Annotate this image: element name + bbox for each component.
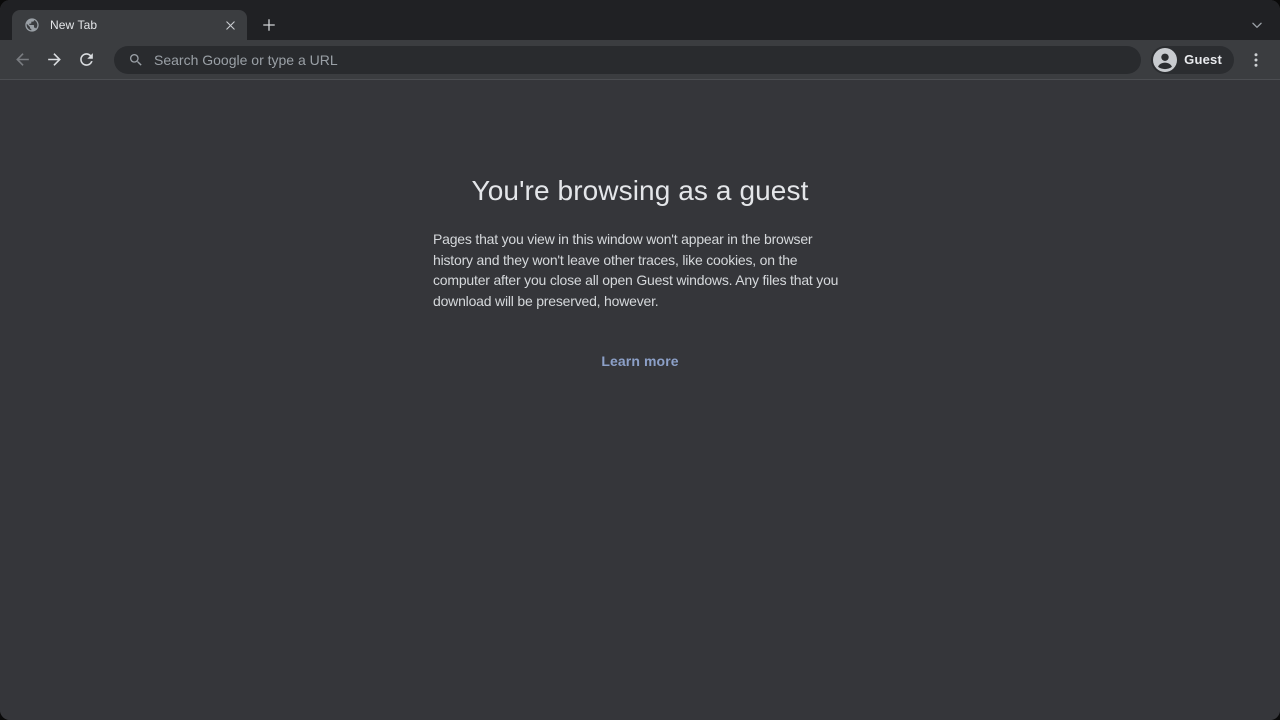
profile-label: Guest [1184, 52, 1222, 67]
page-title: You're browsing as a guest [433, 173, 847, 209]
browser-toolbar: Guest [0, 40, 1280, 80]
browser-window: New Tab [0, 0, 1280, 720]
globe-icon [24, 17, 40, 33]
address-bar[interactable] [114, 46, 1141, 74]
guest-new-tab-page: You're browsing as a guest Pages that yo… [0, 80, 1280, 720]
url-input[interactable] [154, 52, 1127, 68]
profile-button[interactable]: Guest [1151, 46, 1234, 74]
reload-button[interactable] [72, 46, 100, 74]
tab-title: New Tab [50, 18, 221, 32]
new-tab-button[interactable] [256, 12, 282, 38]
forward-button[interactable] [40, 46, 68, 74]
person-icon [1153, 48, 1177, 72]
chevron-down-icon[interactable] [1245, 13, 1269, 37]
tab-strip: New Tab [0, 0, 1280, 40]
search-icon [128, 52, 144, 68]
kebab-menu-icon[interactable] [1242, 46, 1270, 74]
guest-description: Pages that you view in this window won't… [433, 229, 847, 311]
learn-more-link[interactable]: Learn more [433, 353, 847, 369]
close-icon[interactable] [221, 16, 239, 34]
guest-message-box: You're browsing as a guest Pages that yo… [433, 173, 847, 369]
back-button[interactable] [8, 46, 36, 74]
tab-new-tab[interactable]: New Tab [12, 10, 247, 40]
